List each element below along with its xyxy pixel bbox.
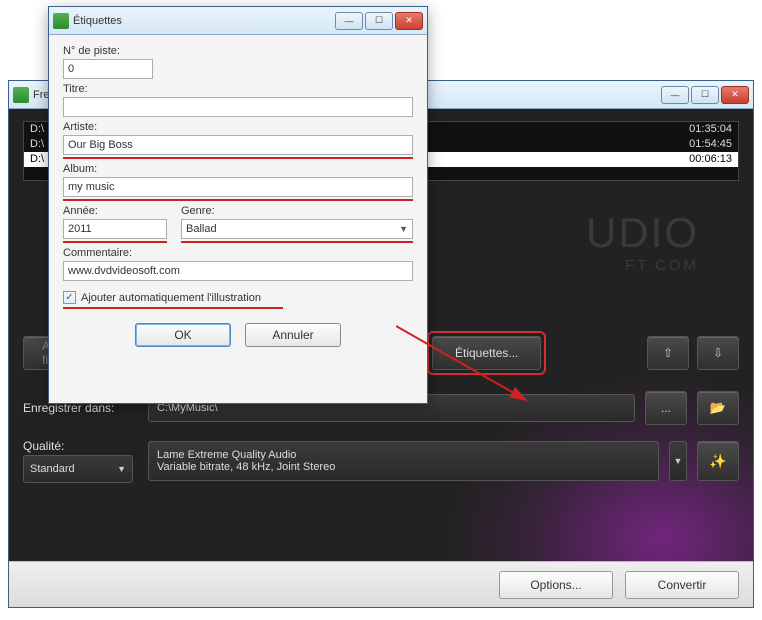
cancel-button[interactable]: Annuler <box>245 323 341 347</box>
options-button[interactable]: Options... <box>499 571 613 599</box>
comment-label: Commentaire: <box>63 247 413 259</box>
track-time: 01:54:45 <box>689 137 732 152</box>
browse-button[interactable]: ... <box>645 391 687 425</box>
tags-button[interactable]: Étiquettes... <box>432 336 541 370</box>
highlight-underline <box>181 241 413 243</box>
artist-input[interactable] <box>63 135 413 155</box>
preset-settings-button[interactable]: ✨ <box>697 441 739 481</box>
quality-row: Qualité: Standard ▼ Lame Extreme Quality… <box>23 439 739 483</box>
auto-art-label: Ajouter automatiquement l'illustration <box>81 292 261 304</box>
minimize-button[interactable]: — <box>661 86 689 104</box>
album-label: Album: <box>63 163 413 175</box>
ok-button[interactable]: OK <box>135 323 231 347</box>
brand-logo-line2: FT.COM <box>625 257 699 274</box>
preset-line1: Lame Extreme Quality Audio <box>157 449 296 461</box>
album-input[interactable] <box>63 177 413 197</box>
preset-line2: Variable bitrate, 48 kHz, Joint Stereo <box>157 461 335 473</box>
chevron-down-icon: ▼ <box>117 464 126 474</box>
auto-art-checkbox[interactable]: ✓ <box>63 291 76 304</box>
dialog-maximize-button[interactable]: ☐ <box>365 12 393 30</box>
title-label: Titre: <box>63 83 413 95</box>
app-icon <box>13 87 29 103</box>
check-icon: ✓ <box>65 292 73 303</box>
dialog-close-button[interactable]: ✕ <box>395 12 423 30</box>
app-icon <box>53 13 69 29</box>
convert-button[interactable]: Convertir <box>625 571 739 599</box>
dialog-title: Étiquettes <box>73 15 335 27</box>
year-label: Année: <box>63 205 167 217</box>
dialog-body: N° de piste: Titre: Artiste: Album: Anné… <box>49 35 427 403</box>
genre-select[interactable]: Ballad ▼ <box>181 219 413 239</box>
open-folder-button[interactable]: 📂 <box>697 391 739 425</box>
genre-label: Genre: <box>181 205 413 217</box>
move-down-button[interactable]: ⇩ <box>697 336 739 370</box>
preset-display[interactable]: Lame Extreme Quality Audio Variable bitr… <box>148 441 659 481</box>
comment-input[interactable] <box>63 261 413 281</box>
arrow-up-icon: ⇧ <box>663 346 673 360</box>
track-time: 00:06:13 <box>689 152 732 167</box>
chevron-down-icon: ▼ <box>674 456 683 466</box>
maximize-button[interactable]: ☐ <box>691 86 719 104</box>
track-no-label: N° de piste: <box>63 45 413 57</box>
track-path: D:\ <box>30 122 44 137</box>
main-footer: Options... Convertir <box>9 561 753 607</box>
artist-label: Artiste: <box>63 121 413 133</box>
track-path: D:\ <box>30 152 44 167</box>
dialog-footer: OK Annuler <box>63 309 413 361</box>
track-no-input[interactable] <box>63 59 153 79</box>
auto-art-row: ✓ Ajouter automatiquement l'illustration <box>63 291 413 304</box>
tags-button-highlight: Étiquettes... <box>427 331 546 375</box>
tags-dialog: Étiquettes — ☐ ✕ N° de piste: Titre: Art… <box>48 6 428 404</box>
highlight-underline <box>63 241 167 243</box>
track-path: D:\ <box>30 137 44 152</box>
preset-dropdown-button[interactable]: ▼ <box>669 441 687 481</box>
title-input[interactable] <box>63 97 413 117</box>
move-up-button[interactable]: ⇧ <box>647 336 689 370</box>
ellipsis-icon: ... <box>661 401 671 415</box>
wand-icon: ✨ <box>709 453 726 470</box>
highlight-underline <box>63 157 413 159</box>
brand-logo-line1: UDIO <box>586 209 699 257</box>
year-input[interactable] <box>63 219 167 239</box>
dialog-minimize-button[interactable]: — <box>335 12 363 30</box>
close-button[interactable]: ✕ <box>721 86 749 104</box>
dialog-titlebar: Étiquettes — ☐ ✕ <box>49 7 427 35</box>
folder-open-icon: 📂 <box>710 400 726 416</box>
arrow-down-icon: ⇩ <box>713 346 723 360</box>
track-time: 01:35:04 <box>689 122 732 137</box>
quality-select[interactable]: Standard ▼ <box>23 455 133 483</box>
chevron-down-icon: ▼ <box>399 224 408 234</box>
quality-label: Qualité: <box>23 439 138 453</box>
